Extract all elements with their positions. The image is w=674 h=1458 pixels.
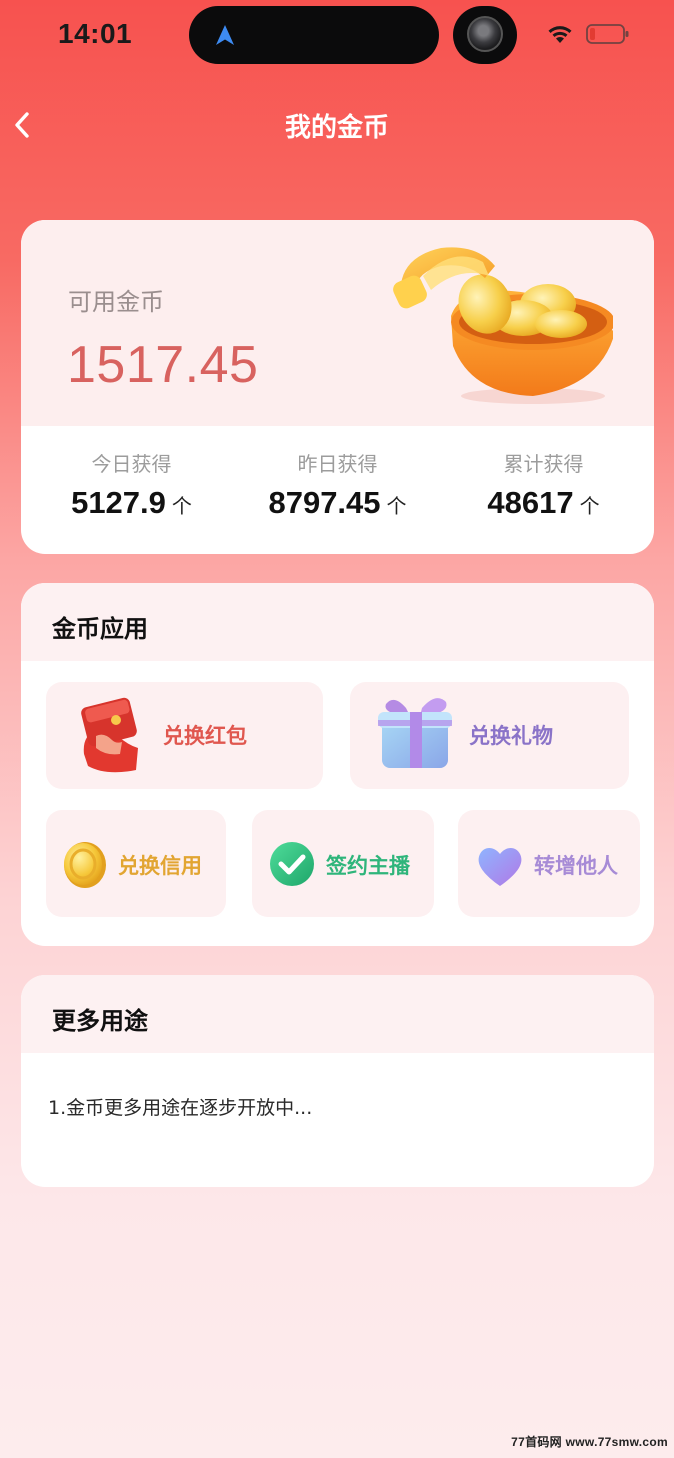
gold-coin-icon	[64, 842, 106, 888]
stat-value: 5127.9 个	[26, 485, 237, 521]
battery-icon	[586, 24, 629, 44]
stat-total: 累计获得 48617 个	[438, 448, 649, 521]
tile-label: 签约主播	[326, 854, 410, 878]
stat-number: 5127.9	[71, 485, 166, 520]
dynamic-island	[189, 6, 439, 64]
watermark: 77首码网 www.77smw.com	[511, 1435, 668, 1449]
stat-unit: 个	[579, 494, 600, 518]
navigation-arrow-icon	[216, 25, 234, 45]
status-time: 14:01	[58, 18, 133, 49]
camera-avatar-icon	[467, 16, 503, 52]
balance-card: 可用金币 1517.45 今日获得 5127.9 个 昨日获得 8797.45 …	[21, 220, 654, 554]
red-envelope-icon	[81, 697, 138, 773]
section-title: 金币应用	[52, 615, 148, 643]
section-header: 金币应用	[21, 583, 654, 661]
tile-label: 转增他人	[534, 854, 618, 878]
tile-label: 兑换红包	[163, 724, 247, 748]
balance-summary: 可用金币 1517.45	[21, 220, 654, 426]
stat-unit: 个	[386, 494, 407, 518]
wifi-icon	[548, 26, 572, 43]
balance-value: 1517.45	[67, 336, 259, 394]
coin-treasure-box-icon	[393, 247, 613, 404]
redeem-credit-button[interactable]: 兑换信用	[46, 810, 226, 917]
page-title: 我的金币	[284, 113, 389, 143]
balance-label: 可用金币	[68, 288, 164, 316]
section-title: 更多用途	[52, 1007, 148, 1035]
heart-icon	[478, 848, 522, 886]
stat-value: 8797.45 个	[232, 485, 443, 521]
sign-streamer-button[interactable]: 签约主播	[252, 810, 434, 917]
tile-label: 兑换信用	[118, 854, 202, 878]
more-uses-text: 1.金币更多用途在逐步开放中...	[48, 1097, 313, 1119]
redeem-red-envelope-button[interactable]: 兑换红包	[46, 682, 323, 789]
status-bar: 14:01	[0, 0, 674, 72]
section-header: 更多用途	[21, 975, 654, 1053]
coin-apps-card: 金币应用 兑换红包 兑换礼物 兑换信用 签约主播 转增他人	[21, 583, 654, 946]
stat-unit: 个	[171, 494, 192, 518]
stat-label: 今日获得	[91, 452, 172, 476]
stats-row: 今日获得 5127.9 个 昨日获得 8797.45 个 累计获得 48617 个	[21, 426, 654, 554]
stat-number: 48617	[487, 485, 574, 520]
stat-yesterday: 昨日获得 8797.45 个	[232, 448, 443, 521]
tile-label: 兑换礼物	[469, 724, 553, 748]
page-header: 我的金币	[0, 95, 674, 155]
stat-value: 48617 个	[438, 485, 649, 521]
green-check-icon	[270, 842, 314, 886]
more-uses-card: 更多用途 1.金币更多用途在逐步开放中...	[21, 975, 654, 1187]
camera-indicator	[453, 6, 517, 64]
stat-today: 今日获得 5127.9 个	[26, 448, 237, 521]
stat-number: 8797.45	[268, 485, 381, 520]
gift-box-icon	[378, 698, 452, 768]
redeem-gift-button[interactable]: 兑换礼物	[350, 682, 629, 789]
stat-label: 累计获得	[503, 452, 584, 476]
transfer-to-others-button[interactable]: 转增他人	[458, 810, 640, 917]
stat-label: 昨日获得	[297, 452, 378, 476]
